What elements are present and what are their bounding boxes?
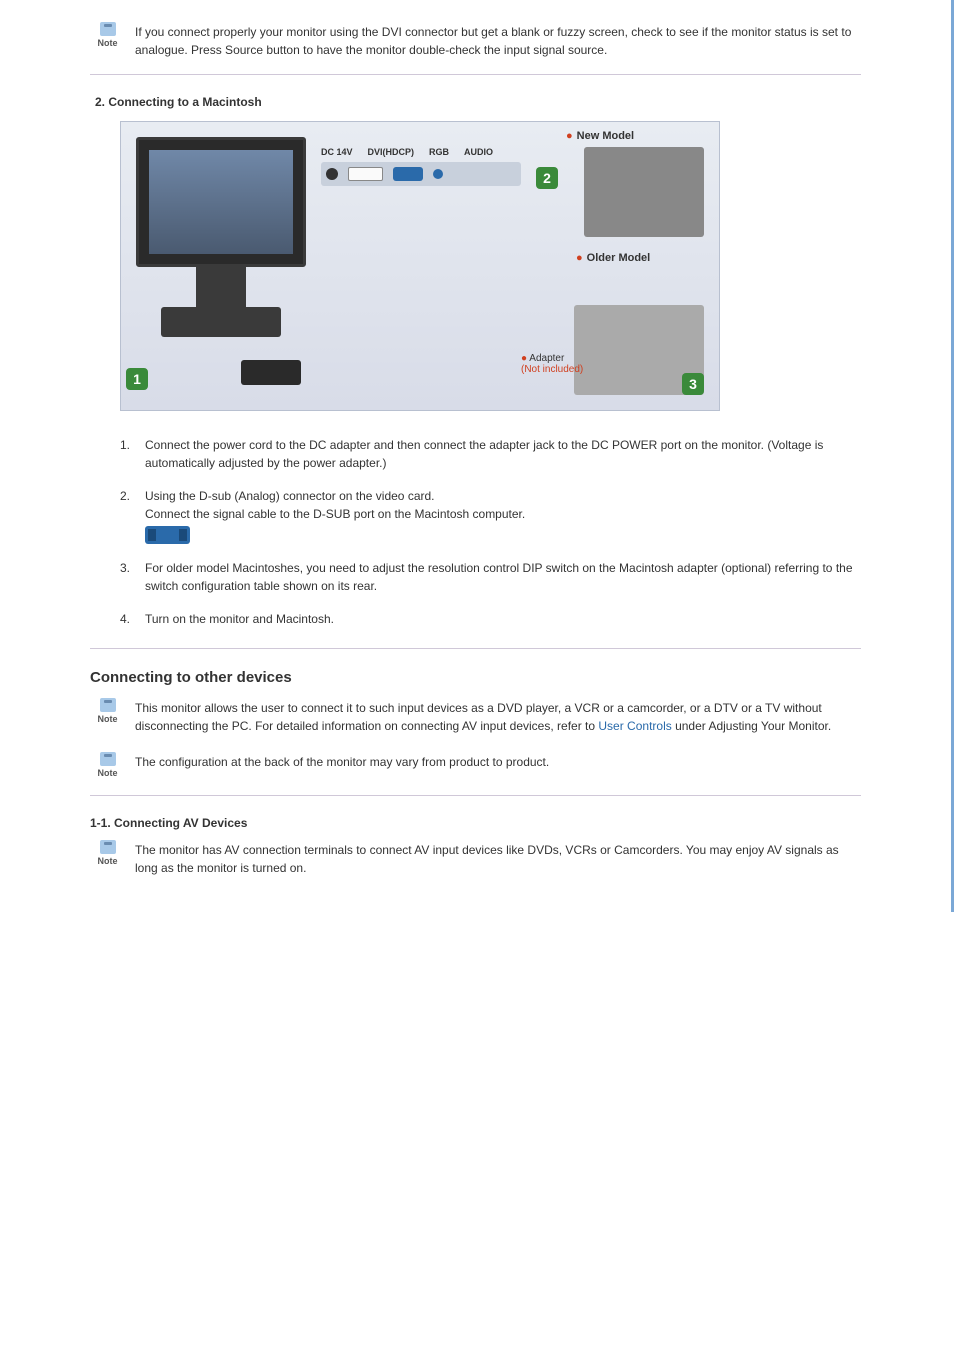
ports-area: DC 14V DVI(HDCP) RGB AUDIO [321, 147, 521, 186]
port-label-audio: AUDIO [464, 147, 493, 157]
older-model-label: Older Model [576, 252, 650, 264]
monitor-graphic [136, 137, 306, 397]
note-configuration: Note The configuration at the back of th… [90, 750, 861, 780]
note-other-devices: Note This monitor allows the user to con… [90, 696, 861, 735]
new-mac-graphic [584, 147, 704, 237]
user-controls-link[interactable]: User Controls [598, 719, 671, 733]
step-number: 3. [120, 559, 145, 595]
note-icon: Note [90, 838, 125, 868]
dc-port-icon [326, 168, 338, 180]
step-item: 4. Turn on the monitor and Macintosh. [120, 610, 861, 628]
step-number: 2. [120, 487, 145, 544]
heading-macintosh: 2. Connecting to a Macintosh [95, 95, 861, 109]
note-icon: Note [90, 20, 125, 50]
adapter-label: Adapter (Not included) [521, 353, 583, 375]
callout-3: 3 [682, 373, 704, 395]
steps-list: 1. Connect the power cord to the DC adap… [120, 436, 861, 628]
connection-diagram: 1 DC 14V DVI(HDCP) RGB AUDIO 2 New Model… [120, 121, 720, 411]
step-text: For older model Macintoshes, you need to… [145, 559, 861, 595]
port-label-dvi: DVI(HDCP) [368, 147, 415, 157]
note-text: This monitor allows the user to connect … [135, 696, 861, 735]
audio-port-icon [433, 169, 443, 179]
callout-1: 1 [126, 368, 148, 390]
port-label-dc: DC 14V [321, 147, 353, 157]
note-icon: Note [90, 696, 125, 726]
step-text: Connect the power cord to the DC adapter… [145, 436, 861, 472]
step-text: Using the D-sub (Analog) connector on th… [145, 487, 861, 544]
heading-other-devices: Connecting to other devices [90, 669, 861, 686]
step-item: 1. Connect the power cord to the DC adap… [120, 436, 861, 472]
divider [90, 74, 861, 75]
rgb-port-icon [393, 167, 423, 181]
callout-2: 2 [536, 167, 558, 189]
dvi-port-icon [348, 167, 383, 181]
note-text: If you connect properly your monitor usi… [135, 20, 861, 59]
note-text: The monitor has AV connection terminals … [135, 838, 861, 877]
step-item: 3. For older model Macintoshes, you need… [120, 559, 861, 595]
note-label: Note [98, 856, 118, 866]
divider [90, 648, 861, 649]
note-label: Note [98, 714, 118, 724]
power-adapter-graphic [241, 360, 301, 385]
divider [90, 795, 861, 796]
note-av-devices: Note The monitor has AV connection termi… [90, 838, 861, 877]
adapter-sublabel: (Not included) [521, 364, 583, 375]
note-text: The configuration at the back of the mon… [135, 750, 861, 771]
step-item: 2. Using the D-sub (Analog) connector on… [120, 487, 861, 544]
step-number: 1. [120, 436, 145, 472]
note-label: Note [98, 768, 118, 778]
step-number: 4. [120, 610, 145, 628]
heading-av-devices: 1-1. Connecting AV Devices [90, 816, 861, 830]
page-wrapper: Note If you connect properly your monito… [0, 0, 954, 912]
port-label-rgb: RGB [429, 147, 449, 157]
note-label: Note [98, 38, 118, 48]
note-dvi-connector: Note If you connect properly your monito… [90, 20, 861, 59]
note-icon: Note [90, 750, 125, 780]
dsub-port-icon [145, 526, 190, 544]
new-model-label: New Model [566, 130, 634, 142]
step-text: Turn on the monitor and Macintosh. [145, 610, 861, 628]
